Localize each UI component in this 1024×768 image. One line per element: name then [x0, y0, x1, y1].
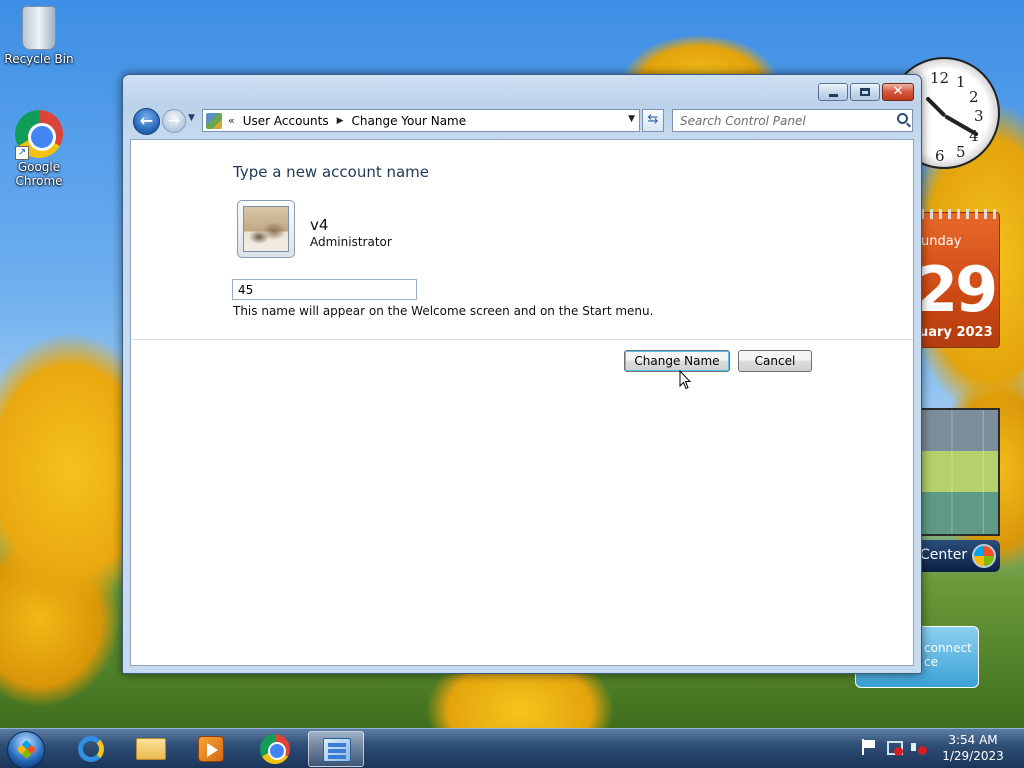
internet-explorer-icon [78, 736, 104, 762]
media-center-label: Center [920, 547, 968, 563]
slideshow-gadget[interactable] [918, 408, 1000, 536]
kitten-picture [243, 206, 289, 252]
content-pane: Type a new account name v4 Administrator… [130, 139, 914, 666]
connect-line-1: connect [924, 641, 972, 655]
shortcut-arrow-icon: ↗ [15, 146, 29, 160]
taskbar-media-player[interactable] [182, 731, 238, 767]
notification-area [862, 739, 927, 756]
taskbar-clock[interactable]: 3:54 AM 1/29/2023 [936, 732, 1010, 764]
media-center-gadget[interactable]: Center [918, 540, 1000, 572]
breadcrumb-overflow[interactable]: « [228, 114, 235, 127]
forward-arrow-icon: → [168, 113, 180, 129]
breadcrumb-change-your-name[interactable]: Change Your Name [352, 114, 467, 128]
recent-pages-button[interactable]: ▼ [188, 113, 195, 123]
divider [131, 339, 913, 340]
action-center-flag-icon[interactable] [862, 739, 878, 755]
clock-number: 5 [956, 143, 966, 161]
breadcrumb-user-accounts[interactable]: User Accounts [243, 114, 329, 128]
taskbar-internet-explorer[interactable] [62, 731, 118, 767]
clock-time: 3:54 AM [948, 733, 998, 747]
taskbar: 3:54 AM 1/29/2023 [0, 728, 1024, 768]
search-input[interactable]: Search Control Panel [672, 109, 913, 132]
back-arrow-icon: ← [139, 111, 154, 130]
clock-number: 1 [956, 73, 966, 91]
taskbar-windows-explorer[interactable] [122, 731, 178, 767]
close-button[interactable]: ✕ [882, 83, 914, 101]
clock-number: 3 [974, 107, 984, 125]
chevron-down-icon: ▼ [188, 113, 195, 123]
media-player-icon [198, 736, 224, 762]
taskbar-control-panel[interactable] [308, 731, 364, 767]
connect-line-2: ce [924, 655, 938, 669]
calendar-month: uary 2023 [919, 325, 993, 340]
new-account-name-field[interactable] [232, 279, 417, 300]
minimize-icon [828, 93, 838, 97]
recycle-bin-icon [22, 6, 56, 50]
change-name-button[interactable]: Change Name [624, 350, 730, 372]
refresh-icon: ⇆ [647, 112, 659, 127]
calendar-day: unday [921, 234, 962, 249]
clock-number: 6 [935, 147, 945, 165]
search-icon[interactable] [897, 113, 908, 124]
cancel-button[interactable]: Cancel [738, 350, 812, 372]
taskbar-google-chrome[interactable] [246, 731, 302, 767]
calendar-date: 29 [915, 253, 998, 326]
mouse-pointer-icon [679, 370, 691, 390]
control-panel-icon [323, 738, 351, 762]
minimize-button[interactable] [818, 83, 848, 101]
name-hint: This name will appear on the Welcome scr… [233, 304, 654, 318]
address-dropdown-icon[interactable]: ▼ [628, 114, 635, 124]
calendar-gadget[interactable]: unday 29 uary 2023 [915, 209, 1000, 348]
control-panel-window: ✕ ← → ▼ « User Accounts ▶ Change Your Na… [122, 74, 922, 674]
clock-number: 2 [969, 88, 979, 106]
hour-hand [925, 96, 947, 118]
network-icon[interactable] [886, 739, 903, 756]
recycle-bin-desktop-icon[interactable]: Recycle Bin [1, 6, 77, 66]
caption-buttons: ✕ [818, 83, 914, 101]
clock-number: 12 [930, 69, 950, 87]
user-avatar [237, 200, 295, 258]
close-icon: ✕ [892, 84, 904, 99]
account-name: v4 [310, 216, 329, 234]
forward-button[interactable]: → [162, 109, 186, 133]
page-title: Type a new account name [233, 163, 430, 181]
clock-date: 1/29/2023 [942, 749, 1004, 763]
breadcrumb-arrow-icon[interactable]: ▶ [337, 116, 344, 126]
recycle-bin-label: Recycle Bin [4, 52, 74, 66]
google-chrome-label: Google Chrome [15, 160, 63, 188]
chrome-icon [260, 734, 290, 764]
account-type: Administrator [310, 235, 392, 249]
refresh-button[interactable]: ⇆ [642, 109, 664, 132]
maximize-button[interactable] [850, 83, 880, 101]
start-button[interactable] [7, 731, 45, 768]
folder-icon [136, 738, 166, 760]
volume-muted-icon[interactable] [910, 739, 927, 755]
control-panel-icon [206, 112, 222, 129]
search-placeholder: Search Control Panel [680, 114, 806, 128]
calendar-rings [921, 209, 999, 219]
back-button[interactable]: ← [133, 108, 160, 135]
maximize-icon [860, 88, 870, 96]
google-chrome-desktop-icon[interactable]: ↗ Google Chrome [1, 110, 77, 188]
windows-logo-icon [972, 544, 996, 568]
address-bar[interactable]: « User Accounts ▶ Change Your Name ▼ [202, 109, 640, 132]
